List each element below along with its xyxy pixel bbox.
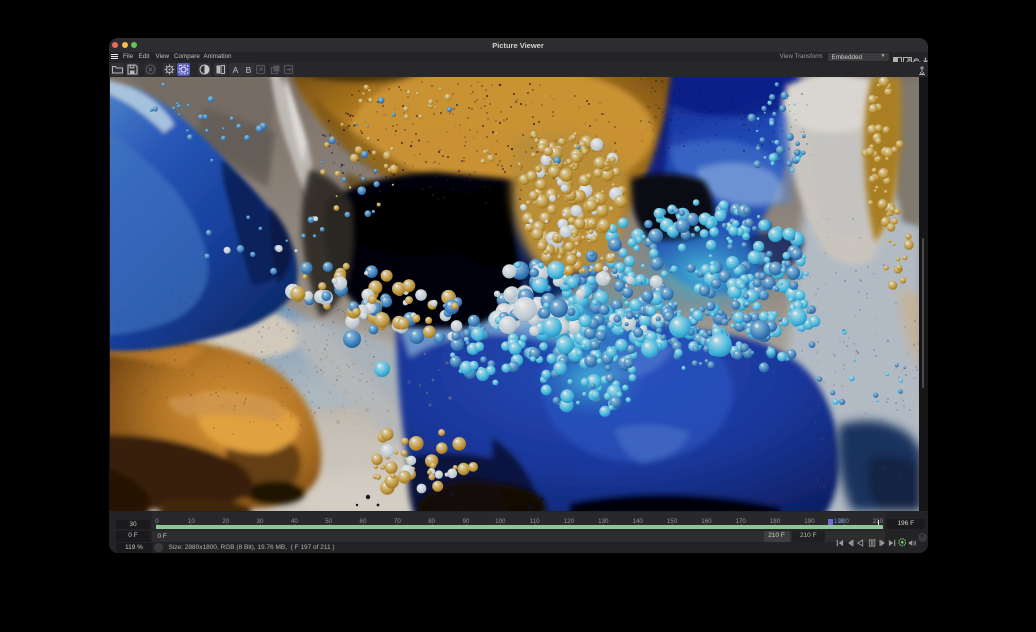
- svg-text:B: B: [245, 64, 251, 74]
- svg-text:A: A: [232, 64, 238, 74]
